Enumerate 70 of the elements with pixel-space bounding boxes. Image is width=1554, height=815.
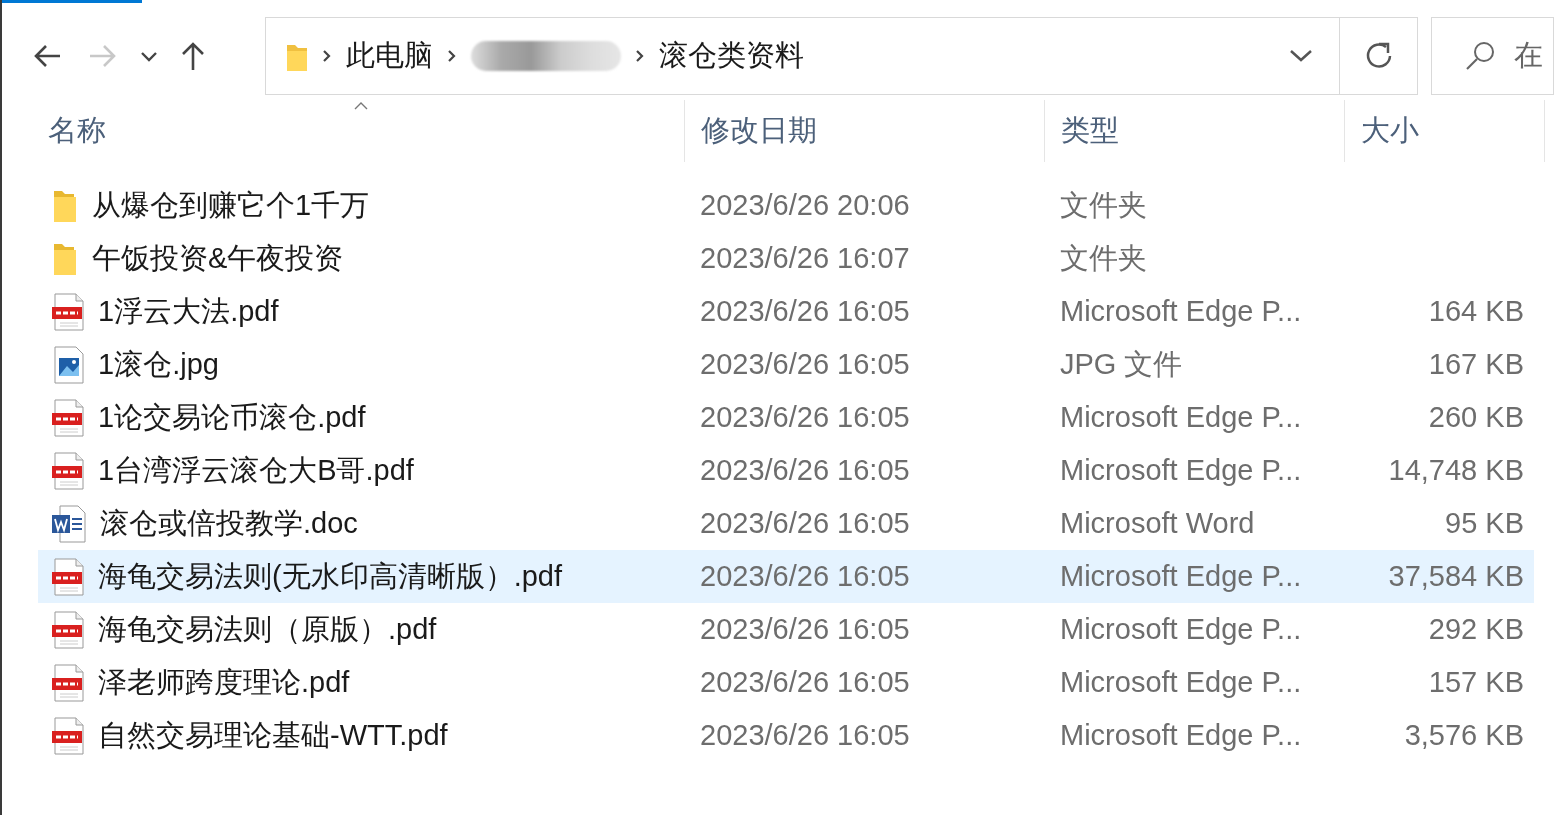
- modified-date: 2023/6/26 16:05: [700, 718, 910, 751]
- word-document-icon: [52, 504, 86, 543]
- column-header[interactable]: 类型: [1061, 109, 1119, 153]
- pdf-file-icon: [52, 292, 84, 331]
- file-type: 文件夹: [1060, 241, 1147, 274]
- file-name: 1台湾浮云滚仓大B哥.pdf: [98, 452, 414, 488]
- modified-date: 2023/6/26 16:07: [700, 241, 910, 274]
- breadcrumb-item[interactable]: 此电脑: [346, 34, 433, 78]
- up-button[interactable]: [180, 40, 206, 72]
- file-name: 海龟交易法则(无水印高清晰版）.pdf: [98, 558, 563, 594]
- pdf-file-icon: [52, 716, 84, 755]
- file-size: 14,748 KB: [1388, 452, 1524, 488]
- column-header[interactable]: 名称: [48, 109, 106, 153]
- pdf-file-icon: [52, 610, 84, 649]
- file-type: Microsoft Edge P...: [1060, 453, 1302, 486]
- sort-ascending-icon: [354, 102, 368, 110]
- file-type: Microsoft Edge P...: [1060, 400, 1302, 433]
- file-size: 167 KB: [1428, 346, 1524, 382]
- file-size: 3,576 KB: [1404, 717, 1524, 753]
- image-file-icon: [52, 345, 84, 384]
- file-name: 1滚仓.jpg: [98, 346, 219, 382]
- file-size: 164 KB: [1428, 293, 1524, 329]
- file-type: Microsoft Edge P...: [1060, 294, 1302, 327]
- modified-date: 2023/6/26 16:05: [700, 612, 910, 645]
- file-name: 滚仓或倍投教学.doc: [100, 505, 358, 541]
- pdf-file-icon: [52, 557, 84, 596]
- file-type: 文件夹: [1060, 188, 1147, 221]
- modified-date: 2023/6/26 16:05: [700, 294, 910, 327]
- file-type: Microsoft Edge P...: [1060, 718, 1302, 751]
- search-icon: [1464, 40, 1496, 72]
- file-name: 泽老师跨度理论.pdf: [98, 664, 350, 700]
- file-size: 37,584 KB: [1388, 558, 1524, 594]
- modified-date: 2023/6/26 16:05: [700, 559, 910, 592]
- search-field[interactable]: 在: [1431, 17, 1554, 95]
- file-name: 海龟交易法则（原版）.pdf: [98, 611, 437, 647]
- file-type: JPG 文件: [1060, 347, 1183, 380]
- pdf-file-icon: [52, 398, 84, 437]
- pdf-file-icon: [52, 663, 84, 702]
- modified-date: 2023/6/26 16:05: [700, 400, 910, 433]
- file-size: 95 KB: [1445, 505, 1524, 541]
- modified-date: 2023/6/26 16:05: [700, 506, 910, 539]
- modified-date: 2023/6/26 16:05: [700, 347, 910, 380]
- chevron-down-icon[interactable]: [1289, 49, 1313, 63]
- file-type: Microsoft Edge P...: [1060, 612, 1302, 645]
- recent-locations-button[interactable]: [140, 49, 158, 63]
- blurred-breadcrumb[interactable]: [471, 41, 621, 71]
- column-header[interactable]: 大小: [1361, 109, 1419, 153]
- file-name: 从爆仓到赚它个1千万: [92, 187, 370, 223]
- file-type: Microsoft Word: [1060, 506, 1255, 539]
- search-placeholder: 在: [1514, 38, 1543, 74]
- file-name: 1浮云大法.pdf: [98, 293, 279, 329]
- file-type: Microsoft Edge P...: [1060, 665, 1302, 698]
- address-bar[interactable]: 此电脑 滚仓类资料: [265, 17, 1418, 95]
- chevron-right-icon: [322, 49, 332, 63]
- modified-date: 2023/6/26 20:06: [700, 188, 910, 221]
- file-row[interactable]: 海龟交易法则(无水印高清晰版）.pdf 2023/6/26 16:05 Microsoft Edge P... 37,584 KB: [38, 550, 1534, 603]
- file-name: 1论交易论币滚仓.pdf: [98, 399, 366, 435]
- file-name: 午饭投资&午夜投资: [92, 240, 344, 276]
- pdf-file-icon: [52, 451, 84, 490]
- column-header[interactable]: 修改日期: [701, 109, 817, 153]
- modified-date: 2023/6/26 16:05: [700, 665, 910, 698]
- file-name: 自然交易理论基础-WTT.pdf: [98, 717, 448, 753]
- file-size: 292 KB: [1428, 611, 1524, 647]
- file-type: Microsoft Edge P...: [1060, 559, 1302, 592]
- modified-date: 2023/6/26 16:05: [700, 453, 910, 486]
- file-size: 157 KB: [1428, 664, 1524, 700]
- chevron-right-icon: [635, 49, 645, 63]
- breadcrumb-item[interactable]: 滚仓类资料: [659, 34, 804, 78]
- chevron-right-icon: [447, 49, 457, 63]
- file-size: 260 KB: [1428, 399, 1524, 435]
